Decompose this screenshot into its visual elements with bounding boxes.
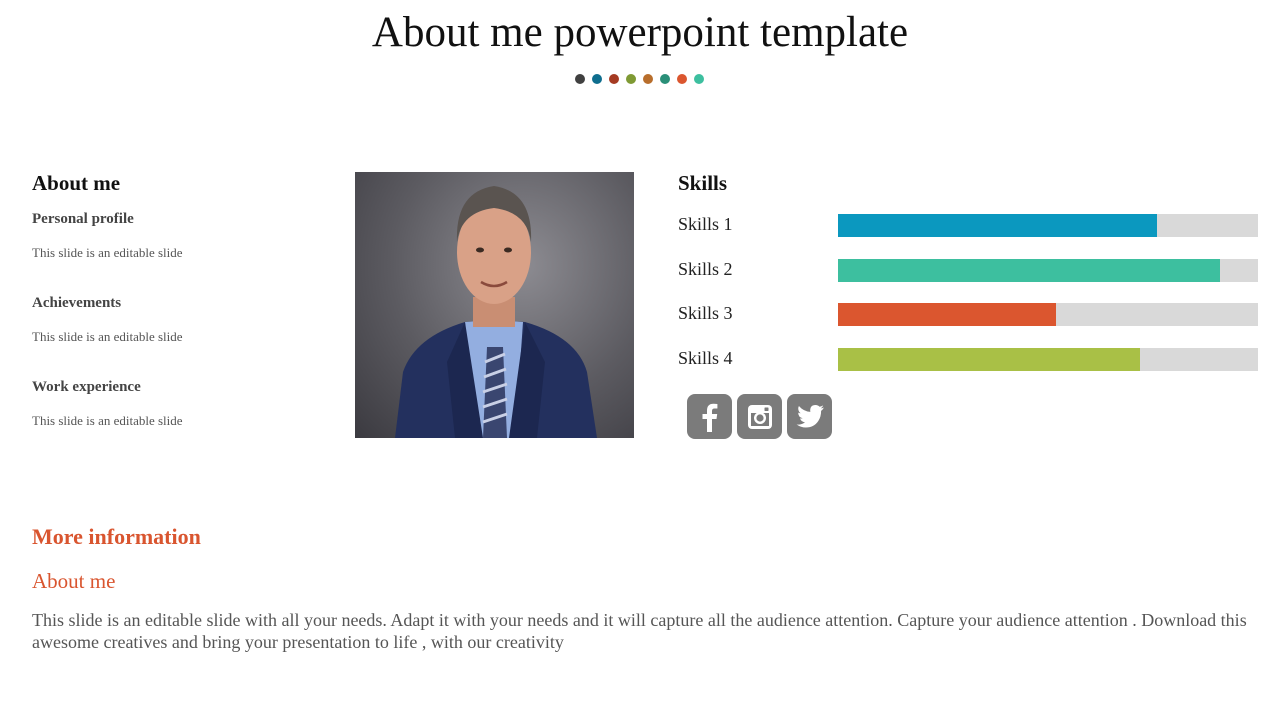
dot [643, 74, 653, 84]
social-buttons [687, 394, 832, 439]
dot [609, 74, 619, 84]
skill-bar-fill [838, 214, 1158, 237]
skill-bar-track [838, 348, 1258, 371]
dot [660, 74, 670, 84]
skill-bar-track [838, 303, 1258, 326]
instagram-icon [747, 404, 772, 429]
skill-bar-fill [838, 303, 1057, 326]
section-title-work-experience: Work experience [32, 379, 141, 395]
skill-label: Skills 1 [678, 214, 733, 234]
dot [626, 74, 636, 84]
facebook-button[interactable] [687, 394, 732, 439]
twitter-icon [796, 404, 824, 427]
slide-title: About me powerpoint template [371, 9, 909, 56]
skills-heading: Skills [678, 171, 728, 195]
dot [694, 74, 704, 84]
dot [677, 74, 687, 84]
section-title-personal-profile: Personal profile [32, 211, 134, 227]
skill-bar-fill [838, 348, 1141, 371]
skill-label: Skills 4 [678, 348, 733, 368]
skill-bar-track [838, 259, 1258, 282]
facebook-icon [702, 403, 717, 432]
section-title-achievements: Achievements [32, 295, 122, 311]
more-info-heading: More information [32, 524, 201, 549]
decorative-dots [575, 74, 704, 84]
skill-label: Skills 3 [678, 303, 733, 323]
portrait-illustration [395, 186, 597, 438]
skill-bar-fill [838, 259, 1221, 282]
more-info-paragraph: This slide is an editable slide with all… [32, 610, 1247, 652]
skill-label: Skills 2 [678, 259, 733, 279]
section-text-achievements: This slide is an editable slide [32, 329, 183, 344]
twitter-button[interactable] [787, 394, 832, 439]
about-heading: About me [32, 171, 121, 195]
section-text-work-experience: This slide is an editable slide [32, 413, 183, 428]
more-info-subheading: About me [32, 569, 116, 593]
right-eye [504, 247, 512, 253]
section-text-personal-profile: This slide is an editable slide [32, 245, 183, 260]
profile-photo [355, 172, 634, 438]
left-eye [476, 247, 484, 253]
dot [575, 74, 585, 84]
dot [592, 74, 602, 84]
instagram-button[interactable] [737, 394, 782, 439]
skill-bar-track [838, 214, 1258, 237]
